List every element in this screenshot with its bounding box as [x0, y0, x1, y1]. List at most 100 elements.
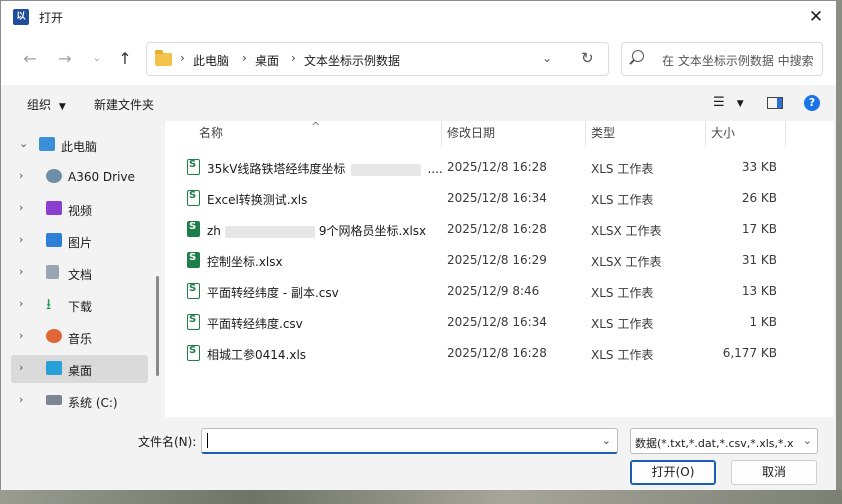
sidebar-item-desktop[interactable]: › 桌面 — [11, 355, 148, 383]
sidebar-item-system-c[interactable]: › 系统 (C:) — [11, 387, 148, 415]
search-box[interactable]: 在 文本坐标示例数据 中搜索 — [621, 42, 823, 76]
file-date: 2025/12/8 16:28 — [447, 160, 547, 174]
sort-ascending-icon: ^ — [311, 120, 321, 133]
chevron-right-icon[interactable]: › — [19, 297, 23, 310]
file-row[interactable]: Excel转换测试.xls 2025/12/8 16:34 XLS 工作表 26… — [181, 184, 781, 212]
excel-xls-icon — [187, 283, 200, 299]
cancel-button[interactable]: 取消 — [731, 460, 817, 485]
address-bar[interactable]: › 此电脑 › 桌面 › 文本坐标示例数据 ⌄ ↻ — [146, 42, 609, 76]
file-name: 控制坐标.xlsx — [207, 255, 283, 269]
recent-locations-chevron-icon[interactable]: ⌄ — [83, 45, 111, 73]
music-icon — [46, 329, 62, 343]
file-type-filter-select[interactable]: 数据(*.txt,*.dat,*.csv,*.xls,*.xlsx) ⌄ — [630, 428, 818, 454]
chevron-right-icon[interactable]: › — [19, 169, 23, 182]
file-row[interactable]: 控制坐标.xlsx 2025/12/8 16:29 XLSX 工作表 31 KB — [181, 246, 781, 274]
open-button[interactable]: 打开(O) — [630, 460, 716, 485]
organize-button[interactable]: 组织 ▼ — [27, 96, 66, 113]
file-date: 2025/12/8 16:34 — [447, 191, 547, 205]
file-size: 33 KB — [741, 160, 777, 174]
file-list: ^ 名称 修改日期 类型 大小 35kV线路铁塔经纬度坐标.... 2025/1… — [165, 120, 834, 417]
chevron-right-icon: › — [242, 51, 247, 65]
picture-icon — [46, 233, 62, 247]
file-size: 13 KB — [741, 284, 777, 298]
sidebar-item-label: 桌面 — [68, 364, 93, 378]
file-row[interactable]: 相城工参0414.xls 2025/12/8 16:28 XLS 工作表 6,1… — [181, 339, 781, 367]
chevron-right-icon[interactable]: › — [19, 201, 23, 214]
excel-xlsx-icon — [187, 221, 200, 237]
up-arrow-icon[interactable]: ↑ — [111, 45, 139, 73]
file-type: XLS 工作表 — [591, 348, 654, 362]
forward-arrow-icon[interactable]: → — [51, 45, 79, 73]
desktop-icon — [46, 361, 62, 375]
navigation-pane: ⌄ 此电脑 › A360 Drive › 视频 › 图片 › 文档 › ⭳ 下载 — [1, 121, 161, 417]
redacted-block — [224, 225, 315, 238]
redacted-block — [351, 163, 422, 176]
column-header-date[interactable]: 修改日期 — [441, 121, 585, 147]
close-icon[interactable]: ✕ — [796, 1, 836, 33]
sidebar-scrollbar[interactable] — [156, 276, 159, 376]
file-name: zh 9个网格员坐标.xlsx — [207, 224, 427, 238]
monitor-icon — [39, 137, 55, 151]
view-options-button[interactable]: ☰ ▼ — [713, 95, 744, 110]
drive-icon — [46, 395, 62, 405]
sidebar-item-label: 文档 — [68, 268, 93, 282]
sidebar-item-pictures[interactable]: › 图片 — [11, 227, 148, 255]
file-type-filter-value: 数据(*.txt,*.dat,*.csv,*.xls,*.xlsx) — [635, 437, 793, 450]
column-header-name[interactable]: ^ 名称 — [165, 120, 441, 147]
chevron-right-icon[interactable]: › — [19, 361, 23, 374]
sidebar-item-label: 视频 — [68, 204, 93, 218]
excel-xls-icon — [187, 159, 200, 175]
file-row[interactable]: 平面转经纬度.csv 2025/12/8 16:34 XLS 工作表 1 KB — [181, 308, 781, 336]
file-size: 31 KB — [741, 253, 777, 267]
chevron-right-icon[interactable]: › — [19, 393, 23, 406]
column-header-label: 名称 — [199, 126, 224, 140]
file-row[interactable]: 35kV线路铁塔经纬度坐标.... 2025/12/8 16:28 XLS 工作… — [181, 153, 781, 181]
sidebar-item-downloads[interactable]: › ⭳ 下载 — [11, 291, 148, 319]
filename-label: 文件名(N): — [138, 435, 197, 449]
breadcrumb-desktop[interactable]: 桌面 — [255, 52, 279, 69]
download-icon: ⭳ — [46, 295, 52, 313]
file-type: XLS 工作表 — [591, 193, 654, 207]
chevron-right-icon[interactable]: › — [19, 329, 23, 342]
back-arrow-icon[interactable]: ← — [16, 45, 44, 73]
desktop-background — [0, 490, 842, 504]
new-folder-button[interactable]: 新建文件夹 — [94, 96, 154, 113]
sidebar-item-this-pc[interactable]: ⌄ 此电脑 — [11, 131, 148, 159]
file-type: XLS 工作表 — [591, 286, 654, 300]
chevron-down-icon: ⌄ — [802, 434, 812, 447]
sidebar-item-music[interactable]: › 音乐 — [11, 323, 148, 351]
help-icon[interactable]: ? — [804, 95, 820, 111]
file-row[interactable]: 平面转经纬度 - 副本.csv 2025/12/9 8:46 XLS 工作表 1… — [181, 277, 781, 305]
file-name: 相城工参0414.xls — [207, 348, 307, 362]
chevron-right-icon: › — [180, 51, 185, 65]
breadcrumb-current-folder[interactable]: 文本坐标示例数据 — [304, 52, 400, 69]
excel-xls-icon — [187, 314, 200, 330]
chevron-right-icon[interactable]: › — [19, 233, 23, 246]
chevron-right-icon[interactable]: › — [19, 265, 23, 278]
file-date: 2025/12/8 16:29 — [447, 253, 547, 267]
chevron-down-icon[interactable]: ⌄ — [602, 434, 611, 447]
file-type: XLS 工作表 — [591, 317, 654, 331]
breadcrumb-this-pc[interactable]: 此电脑 — [193, 52, 229, 69]
file-type: XLSX 工作表 — [591, 255, 662, 269]
file-name: 35kV线路铁塔经纬度坐标.... — [207, 162, 443, 176]
column-header-size[interactable]: 大小 — [705, 121, 785, 147]
sidebar-item-videos[interactable]: › 视频 — [11, 195, 148, 223]
file-size: 6,177 KB — [722, 346, 777, 360]
caret-down-icon: ▼ — [736, 99, 744, 109]
file-name: 平面转经纬度.csv — [207, 317, 303, 331]
column-divider[interactable] — [785, 121, 786, 147]
filename-input[interactable]: ⌄ — [201, 428, 618, 454]
navigation-bar: ← → ⌄ ↑ › 此电脑 › 桌面 › 文本坐标示例数据 ⌄ ↻ 在 文本坐标… — [1, 33, 836, 85]
list-view-icon: ☰ — [713, 95, 725, 110]
preview-pane-icon[interactable] — [767, 97, 783, 109]
title-bar: 以 打开 ✕ — [1, 1, 836, 33]
sidebar-item-documents[interactable]: › 文档 — [11, 259, 148, 287]
chevron-right-icon: › — [291, 51, 296, 65]
refresh-icon[interactable]: ↻ — [581, 49, 594, 67]
column-header-type[interactable]: 类型 — [585, 121, 705, 147]
chevron-down-icon[interactable]: ⌄ — [19, 137, 28, 150]
address-dropdown-icon[interactable]: ⌄ — [542, 51, 552, 65]
file-row[interactable]: zh9个网格员坐标.xlsx 2025/12/8 16:28 XLSX 工作表 … — [181, 215, 781, 243]
sidebar-item-a360-drive[interactable]: › A360 Drive — [11, 163, 148, 191]
